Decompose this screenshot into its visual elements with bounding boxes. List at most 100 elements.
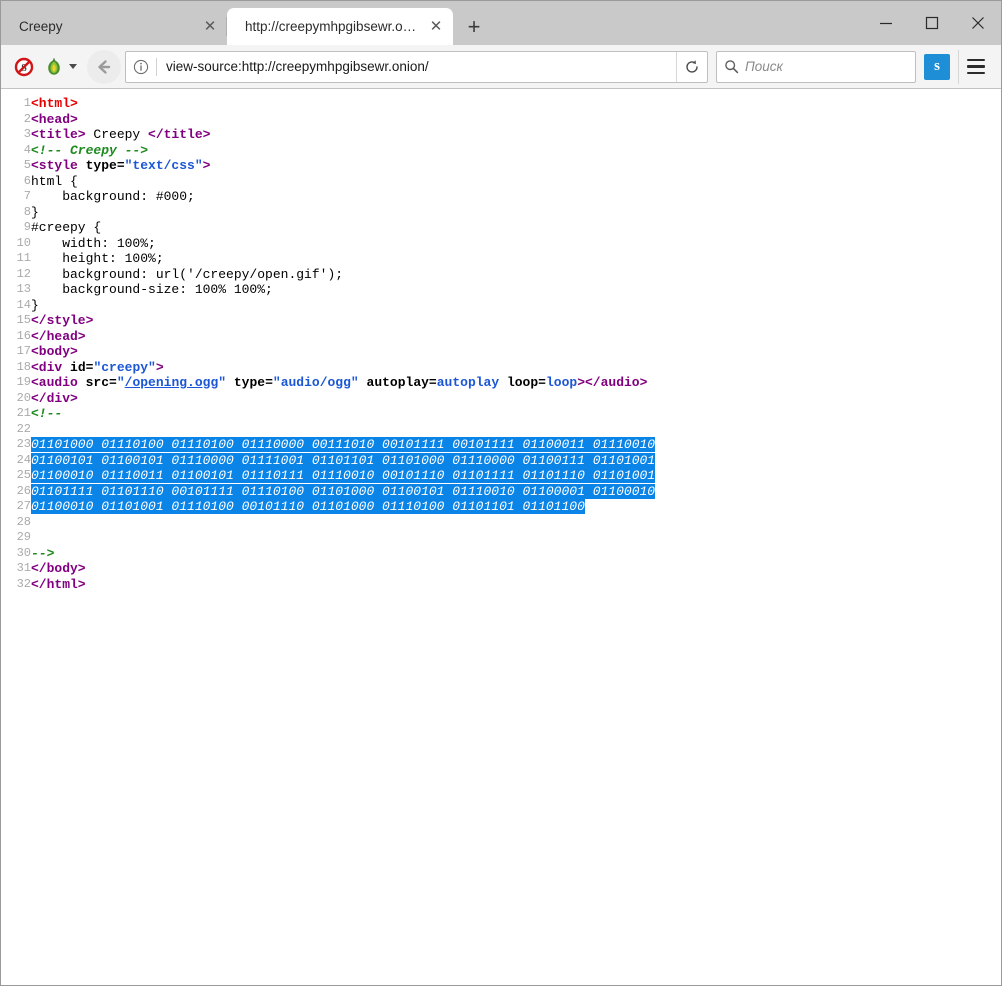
browser-window: Creepy ✕ http://creepymhpgibsewr.oni... … — [0, 0, 1002, 986]
source-line: 2501100010 01110011 01100101 01110111 01… — [1, 468, 655, 484]
sync-button[interactable]: s — [924, 54, 950, 80]
back-button[interactable] — [87, 50, 121, 84]
line-content[interactable]: <body> — [31, 344, 655, 360]
line-content[interactable]: background: url('/creepy/open.gif'); — [31, 267, 655, 283]
selected-binary-text: 01101111 01101110 00101111 01110100 0110… — [31, 484, 655, 499]
code-token[interactable]: /opening.ogg — [125, 375, 219, 390]
code-token: <style — [31, 158, 78, 173]
line-content[interactable]: <style type="text/css"> — [31, 158, 655, 174]
line-content[interactable]: 01100010 01110011 01100101 01110111 0111… — [31, 468, 655, 484]
source-line: 29 — [1, 530, 655, 546]
line-number: 32 — [1, 577, 31, 593]
reload-button[interactable] — [676, 52, 707, 82]
line-content[interactable]: <!-- Creepy --> — [31, 143, 655, 159]
line-content[interactable]: <audio src="/opening.ogg" type="audio/og… — [31, 375, 655, 391]
line-content[interactable]: 01101111 01101110 00101111 01110100 0110… — [31, 484, 655, 500]
new-tab-button[interactable]: + — [457, 8, 491, 45]
line-content[interactable]: 01100010 01101001 01110100 00101110 0110… — [31, 499, 655, 515]
source-line: 4<!-- Creepy --> — [1, 143, 655, 159]
reload-icon — [684, 59, 700, 75]
line-number: 11 — [1, 251, 31, 267]
line-content[interactable]: 01101000 01110100 01110100 01110000 0011… — [31, 437, 655, 453]
code-token: autoplay= — [359, 375, 437, 390]
line-number: 7 — [1, 189, 31, 205]
line-content[interactable]: <html> — [31, 96, 655, 112]
close-icon — [971, 16, 985, 30]
line-content[interactable]: </html> — [31, 577, 655, 593]
close-icon[interactable]: ✕ — [199, 16, 221, 38]
line-content[interactable]: </head> — [31, 329, 655, 345]
line-number: 10 — [1, 236, 31, 252]
line-content[interactable]: height: 100%; — [31, 251, 655, 267]
line-number: 27 — [1, 499, 31, 515]
source-line: 22 — [1, 422, 655, 438]
code-token: id= — [62, 360, 93, 375]
line-content[interactable]: 01100101 01100101 01110000 01111001 0110… — [31, 453, 655, 469]
code-token: <!-- — [31, 406, 62, 421]
line-number: 26 — [1, 484, 31, 500]
code-token: type= — [226, 375, 273, 390]
site-identity-button[interactable] — [126, 59, 156, 75]
code-token: > — [203, 158, 211, 173]
code-token: > — [156, 360, 164, 375]
source-line: 13 background-size: 100% 100%; — [1, 282, 655, 298]
hamburger-icon — [967, 59, 985, 62]
code-token: </head> — [31, 329, 86, 344]
code-token: background: #000; — [31, 189, 195, 204]
close-button[interactable] — [955, 1, 1001, 45]
line-content[interactable]: <!-- — [31, 406, 655, 422]
line-content[interactable]: <head> — [31, 112, 655, 128]
source-line: 14} — [1, 298, 655, 314]
noscript-button[interactable]: S — [9, 52, 39, 82]
tab-strip: Creepy ✕ http://creepymhpgibsewr.oni... … — [1, 1, 1001, 45]
url-input[interactable]: view-source:http://creepymhpgibsewr.onio… — [157, 59, 676, 74]
source-line: 2701100010 01101001 01110100 00101110 01… — [1, 499, 655, 515]
line-content[interactable]: } — [31, 205, 655, 221]
line-number: 14 — [1, 298, 31, 314]
url-bar[interactable]: view-source:http://creepymhpgibsewr.onio… — [125, 51, 708, 83]
code-token: html { — [31, 174, 78, 189]
navigation-toolbar: S — [1, 45, 1001, 89]
source-line: 5<style type="text/css"> — [1, 158, 655, 174]
code-token: <body> — [31, 344, 78, 359]
line-content[interactable]: background: #000; — [31, 189, 655, 205]
close-icon[interactable]: ✕ — [425, 16, 447, 38]
line-number: 8 — [1, 205, 31, 221]
line-number: 13 — [1, 282, 31, 298]
line-number: 24 — [1, 453, 31, 469]
line-content[interactable]: </style> — [31, 313, 655, 329]
line-content[interactable]: --> — [31, 546, 655, 562]
line-content[interactable] — [31, 422, 655, 438]
line-content[interactable] — [31, 530, 655, 546]
torbutton-button[interactable] — [43, 57, 77, 77]
source-code-table: 1<html>2<head>3<title> Creepy </title>4<… — [1, 96, 655, 592]
search-input[interactable]: Поиск — [745, 59, 783, 74]
line-content[interactable]: </body> — [31, 561, 655, 577]
menu-button[interactable] — [958, 50, 993, 84]
source-line: 2601101111 01101110 00101111 01110100 01… — [1, 484, 655, 500]
line-content[interactable]: </div> — [31, 391, 655, 407]
search-bar[interactable]: Поиск — [716, 51, 916, 83]
source-line: 1<html> — [1, 96, 655, 112]
tab-view-source[interactable]: http://creepymhpgibsewr.oni... ✕ — [227, 8, 453, 45]
view-source-content: 1<html>2<head>3<title> Creepy </title>4<… — [1, 89, 1001, 985]
code-token: > — [577, 375, 585, 390]
minimize-button[interactable] — [863, 1, 909, 45]
line-content[interactable]: <div id="creepy"> — [31, 360, 655, 376]
line-content[interactable]: width: 100%; — [31, 236, 655, 252]
source-line: 20</div> — [1, 391, 655, 407]
line-number: 22 — [1, 422, 31, 438]
code-token: Creepy — [86, 127, 148, 142]
line-number: 16 — [1, 329, 31, 345]
line-content[interactable]: } — [31, 298, 655, 314]
line-number: 5 — [1, 158, 31, 174]
line-content[interactable] — [31, 515, 655, 531]
maximize-button[interactable] — [909, 1, 955, 45]
line-content[interactable]: <title> Creepy </title> — [31, 127, 655, 143]
line-content[interactable]: background-size: 100% 100%; — [31, 282, 655, 298]
code-token: </title> — [148, 127, 210, 142]
tab-creepy[interactable]: Creepy ✕ — [1, 8, 227, 45]
line-content[interactable]: #creepy { — [31, 220, 655, 236]
line-content[interactable]: html { — [31, 174, 655, 190]
chevron-down-icon[interactable] — [69, 64, 77, 69]
